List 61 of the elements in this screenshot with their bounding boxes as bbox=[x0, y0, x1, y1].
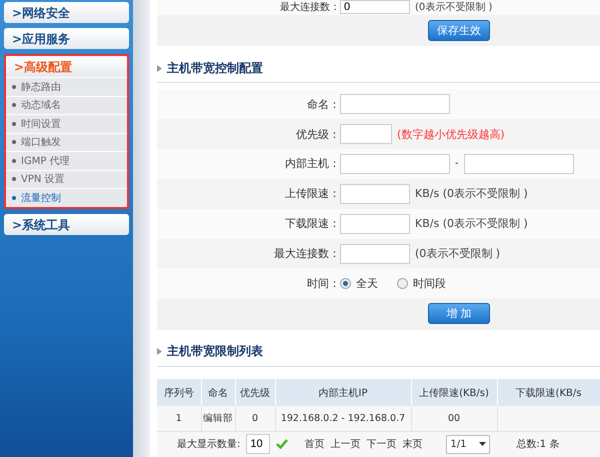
column-header: 内部主机IP bbox=[275, 379, 411, 406]
menu-item[interactable]: 端口触发 bbox=[6, 132, 127, 151]
page-size-field[interactable]: 10 bbox=[246, 434, 270, 454]
text-field[interactable] bbox=[340, 94, 450, 114]
field-label: 优先级： bbox=[295, 126, 340, 142]
text-field[interactable]: 0 bbox=[340, 0, 410, 14]
table-cell: 00 bbox=[411, 406, 497, 432]
text-field[interactable] bbox=[340, 184, 410, 204]
page-size-label: 最大显示数量: bbox=[177, 438, 240, 452]
hint-text: KB/s (0表示不受限制 ) bbox=[415, 216, 528, 232]
field-label: 命名： bbox=[306, 96, 340, 112]
hint-text: (数字越小优先级越高) bbox=[397, 126, 505, 142]
check-icon[interactable] bbox=[276, 439, 288, 450]
section-title: 主机带宽限制列表 bbox=[167, 343, 263, 360]
menu-item[interactable]: IGMP 代理 bbox=[6, 151, 127, 170]
menu-group[interactable]: >系统工具 bbox=[4, 214, 129, 234]
pager-link[interactable]: 首页 bbox=[304, 437, 324, 452]
field-label: 内部主机： bbox=[284, 156, 340, 172]
radio-button[interactable] bbox=[340, 278, 351, 289]
column-header: 下载限速(KB/s bbox=[497, 379, 600, 406]
column-header: 上传限速(KB/s) bbox=[411, 379, 497, 406]
table-cell: 编辑部 bbox=[201, 406, 235, 432]
range-separator: - bbox=[455, 158, 459, 170]
menu-item[interactable]: 时间设置 bbox=[6, 114, 127, 132]
table-cell: 0 bbox=[235, 406, 275, 432]
triangle-icon bbox=[157, 348, 162, 356]
field-label: 最大连接数： bbox=[279, 0, 340, 14]
column-header: 序列号 bbox=[157, 379, 201, 406]
menu-item[interactable]: 流量控制 bbox=[6, 188, 127, 206]
menu-item[interactable]: 动态域名 bbox=[6, 96, 127, 114]
pager-link[interactable]: 末页 bbox=[402, 437, 422, 452]
section-title: 主机带宽控制配置 bbox=[167, 60, 263, 77]
column-header: 命名 bbox=[201, 379, 235, 406]
text-field[interactable] bbox=[340, 124, 392, 144]
radio-button[interactable] bbox=[397, 278, 408, 289]
total-count: 总数:1 条 bbox=[516, 438, 560, 452]
pager-link[interactable]: 下一页 bbox=[366, 437, 396, 452]
hint-text: (0表示不受限制 ) bbox=[415, 246, 500, 261]
menu-group[interactable]: >网络安全 bbox=[4, 2, 129, 23]
column-header: 优先级 bbox=[235, 379, 275, 406]
field-label: 上传限速： bbox=[284, 186, 340, 202]
triangle-icon bbox=[157, 64, 162, 72]
text-field[interactable] bbox=[340, 244, 410, 264]
caret-icon bbox=[479, 442, 486, 446]
hint-text: (0表示不受限制 ) bbox=[415, 0, 492, 14]
table-cell: 1 bbox=[157, 406, 201, 432]
menu-item[interactable]: 静态路由 bbox=[6, 77, 127, 96]
text-field[interactable] bbox=[340, 214, 410, 234]
end-ip-field[interactable] bbox=[464, 154, 574, 174]
pager-link[interactable]: 上一页 bbox=[330, 437, 360, 452]
page-select[interactable]: 1/1 bbox=[446, 434, 490, 454]
start-ip-field[interactable] bbox=[340, 154, 450, 174]
hint-text: KB/s (0表示不受限制 ) bbox=[415, 186, 528, 202]
menu-group[interactable]: >应用服务 bbox=[4, 28, 129, 49]
menu-item[interactable]: VPN 设置 bbox=[6, 170, 127, 188]
field-label: 下载限速： bbox=[284, 216, 340, 232]
field-label: 时间： bbox=[306, 276, 340, 291]
radio-label: 时间段 bbox=[413, 276, 446, 291]
field-label: 最大连接数： bbox=[273, 246, 340, 261]
radio-label: 全天 bbox=[356, 276, 378, 291]
table-cell: 192.168.0.2 - 192.168.0.7 bbox=[275, 406, 411, 432]
